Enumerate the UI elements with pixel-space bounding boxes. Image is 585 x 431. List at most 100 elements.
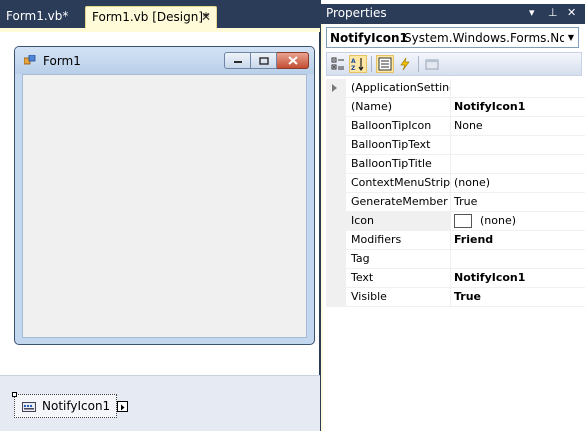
toolbar-separator	[371, 56, 372, 72]
tab-form1-vb[interactable]: Form1.vb*	[0, 6, 82, 28]
properties-icon	[378, 57, 392, 71]
property-value[interactable]: Friend	[450, 231, 585, 250]
row-margin	[326, 117, 346, 136]
close-icon	[287, 56, 298, 65]
property-value[interactable]	[450, 155, 585, 174]
form-titlebar[interactable]: Form1	[15, 47, 314, 74]
property-row-modifiers[interactable]: Modifiers Friend	[326, 231, 585, 250]
categorized-button[interactable]	[329, 55, 347, 73]
row-margin	[326, 98, 346, 117]
alphabetical-button[interactable]: A Z	[349, 55, 367, 73]
property-name: Icon	[346, 212, 450, 231]
document-area: Form1.vb* Form1.vb [Design]* ✕ Form1 Not…	[0, 0, 320, 431]
chevron-down-icon[interactable]: ▼	[564, 28, 578, 47]
component-tray[interactable]: NotifyIcon1	[0, 375, 320, 431]
property-value[interactable]: NotifyIcon1	[450, 269, 585, 288]
tab-label: Form1.vb*	[6, 9, 69, 23]
row-margin	[326, 212, 346, 231]
row-margin	[326, 174, 346, 193]
property-row-text[interactable]: Text NotifyIcon1	[326, 269, 585, 288]
property-row-name[interactable]: (Name) NotifyIcon1	[326, 98, 585, 117]
property-name: Text	[346, 269, 450, 288]
property-value[interactable]: True	[450, 193, 585, 212]
svg-text:A: A	[351, 58, 356, 65]
object-selector-dropdown[interactable]: NotifyIcon1 System.Windows.Forms.Notify …	[326, 27, 579, 48]
property-pages-icon	[425, 59, 439, 70]
tray-component-label: NotifyIcon1	[42, 399, 111, 413]
close-icon[interactable]: ✕	[567, 6, 576, 19]
selection-handle	[12, 392, 17, 397]
document-tab-strip: Form1.vb* Form1.vb [Design]* ✕	[0, 0, 320, 28]
property-row-contextmenustrip[interactable]: ContextMenuStrip (none)	[326, 174, 585, 193]
property-name: (Name)	[346, 98, 450, 117]
toolbar-separator	[418, 56, 419, 72]
close-button[interactable]	[277, 52, 309, 69]
properties-titlebar[interactable]: Properties ▾ ⊥ ✕	[321, 4, 585, 24]
expand-arrow-icon[interactable]	[332, 84, 337, 92]
row-margin	[326, 269, 346, 288]
maximize-button[interactable]	[251, 52, 277, 69]
property-value[interactable]	[450, 136, 585, 155]
property-name: Visible	[346, 288, 450, 307]
property-pages-button[interactable]	[423, 55, 441, 73]
close-icon[interactable]: ✕	[201, 7, 211, 27]
property-value[interactable]: NotifyIcon1	[450, 98, 585, 117]
property-name: BalloonTipTitle	[346, 155, 450, 174]
properties-button[interactable]	[376, 55, 394, 73]
property-name: (ApplicationSettings)	[346, 79, 450, 98]
events-button[interactable]	[396, 55, 414, 73]
property-row-applicationsettings[interactable]: (ApplicationSettings)	[326, 79, 585, 98]
property-row-balloontiptitle[interactable]: BalloonTipTitle	[326, 155, 585, 174]
property-value[interactable]	[450, 250, 585, 269]
property-name: ContextMenuStrip	[346, 174, 450, 193]
property-value[interactable]	[450, 79, 585, 98]
row-margin	[326, 79, 346, 98]
property-row-generatemember[interactable]: GenerateMember True	[326, 193, 585, 212]
properties-toolbar: A Z	[326, 52, 582, 76]
property-row-balloontiptext[interactable]: BalloonTipText	[326, 136, 585, 155]
properties-window: Properties ▾ ⊥ ✕ NotifyIcon1 System.Wind…	[321, 0, 585, 431]
property-value[interactable]: (none)	[450, 174, 585, 193]
form-icon	[24, 55, 36, 65]
tab-label: Form1.vb [Design]*	[92, 10, 210, 24]
row-margin	[326, 136, 346, 155]
property-row-balloontipicon[interactable]: BalloonTipIcon None	[326, 117, 585, 136]
tab-form1-design[interactable]: Form1.vb [Design]* ✕	[85, 6, 217, 28]
property-row-icon[interactable]: Icon (none)	[326, 212, 585, 231]
icon-preview-swatch	[454, 214, 472, 228]
row-margin	[326, 288, 346, 307]
selected-object-name: NotifyIcon1	[330, 31, 408, 45]
property-name: BalloonTipIcon	[346, 117, 450, 136]
pin-icon[interactable]: ⊥	[548, 6, 558, 19]
smart-tag-arrow-icon	[121, 404, 125, 411]
property-name: BalloonTipText	[346, 136, 450, 155]
caption-buttons	[224, 52, 309, 69]
alphabetical-icon: A Z	[351, 58, 364, 71]
window-position-dropdown-icon[interactable]: ▾	[529, 6, 535, 19]
property-value-text: (none)	[480, 214, 517, 227]
property-name: GenerateMember	[346, 193, 450, 212]
tray-component-notifyicon1[interactable]: NotifyIcon1	[12, 392, 128, 418]
property-row-tag[interactable]: Tag	[326, 250, 585, 269]
properties-title: Properties	[326, 6, 387, 20]
property-value[interactable]: True	[450, 288, 585, 307]
categorized-icon	[331, 57, 344, 70]
row-margin	[326, 193, 346, 212]
row-margin	[326, 155, 346, 174]
property-grid: (ApplicationSettings) (Name) NotifyIcon1…	[326, 79, 585, 307]
maximize-icon	[258, 56, 269, 65]
svg-text:Z: Z	[351, 65, 356, 71]
minimize-button[interactable]	[224, 52, 251, 69]
property-row-visible[interactable]: Visible True	[326, 288, 585, 307]
design-surface[interactable]: Form1	[0, 32, 319, 375]
events-icon	[400, 57, 410, 71]
form-client-area[interactable]	[22, 74, 307, 338]
smart-tag-button[interactable]	[117, 401, 128, 412]
notify-icon	[22, 402, 36, 412]
row-margin	[326, 231, 346, 250]
form-designer-window[interactable]: Form1	[14, 46, 315, 345]
property-value[interactable]: (none)	[450, 212, 585, 231]
form-title: Form1	[43, 54, 81, 68]
minimize-icon	[233, 60, 242, 63]
property-value[interactable]: None	[450, 117, 585, 136]
